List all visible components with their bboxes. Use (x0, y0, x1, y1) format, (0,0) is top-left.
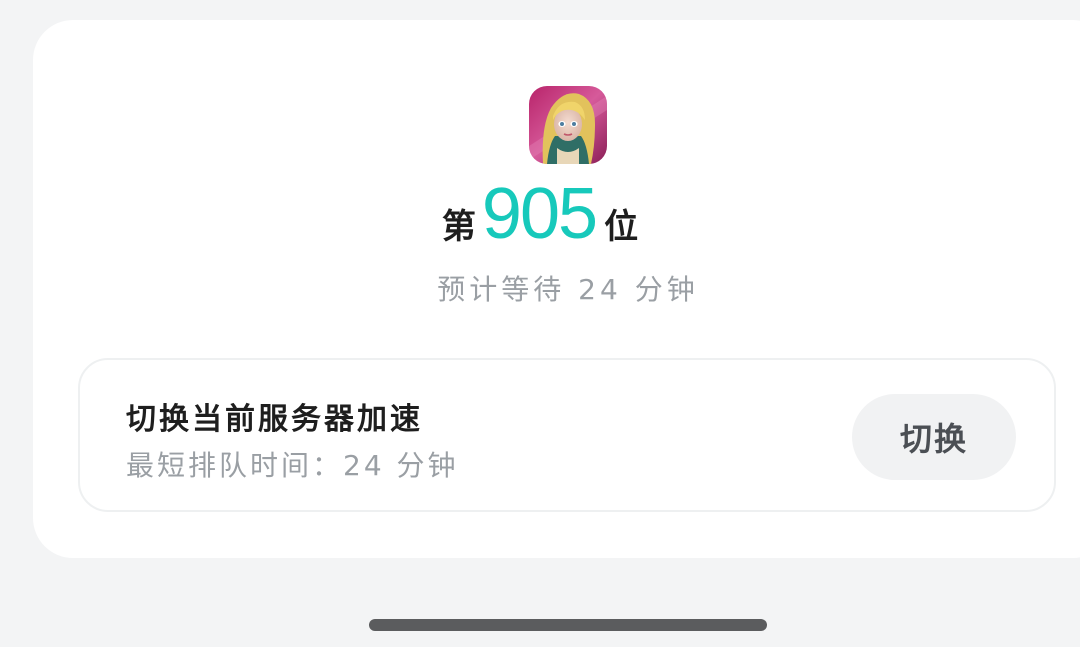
rank-prefix: 第 (441, 207, 476, 247)
switch-button[interactable]: 切换 (852, 394, 1016, 480)
game-character-avatar-icon (529, 86, 607, 164)
rank-suffix: 位 (604, 207, 639, 247)
server-switch-card: 切换当前服务器加速 最短排队时间：24 分钟 切换 (78, 358, 1056, 512)
rank-number: 905 (481, 174, 598, 254)
shortest-queue-time: 最短排队时间：24 分钟 (126, 449, 459, 482)
estimated-wait-text: 预计等待 24 分钟 (437, 273, 699, 306)
home-indicator[interactable] (369, 619, 767, 631)
server-switch-title: 切换当前服务器加速 (126, 402, 423, 437)
queue-rank: 第 905 位 (0, 178, 1080, 258)
